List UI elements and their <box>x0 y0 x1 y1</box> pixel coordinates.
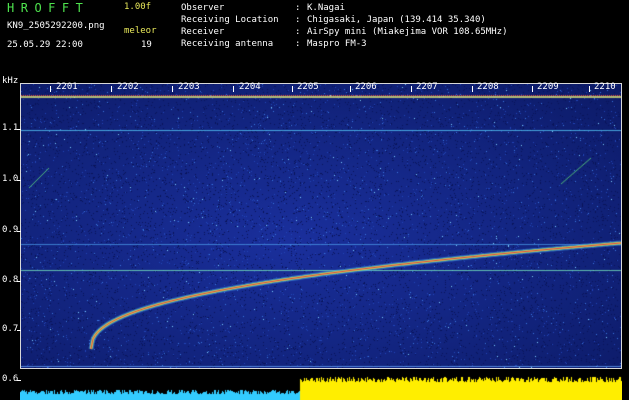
x-tick-mark <box>50 86 51 92</box>
observer-label: Observer <box>181 3 225 13</box>
receiver-value: AirSpy mini (Miakejima VOR 108.65MHz) <box>307 27 508 37</box>
x-tick-label: 2207 <box>416 82 438 92</box>
observer-row: Observer: K.Nagai <box>181 4 345 13</box>
timestamp: 25.05.29 22:00 <box>7 40 83 50</box>
spectrogram-canvas <box>21 84 621 368</box>
location-value: Chigasaki, Japan (139.414 35.340) <box>307 15 486 25</box>
x-tick-label: 2203 <box>178 82 200 92</box>
antenna-row: Receiving antenna: Maspro FM-3 <box>181 40 367 49</box>
app-version: 1.00f <box>124 2 152 12</box>
x-tick-label: 2204 <box>239 82 261 92</box>
file-name: KN9_2505292200.png <box>7 21 105 31</box>
receiver-separator: : <box>295 27 301 37</box>
run-name: meleor <box>124 26 157 36</box>
x-tick-mark <box>172 86 173 92</box>
y-tick-mark <box>17 330 21 331</box>
observer-separator: : <box>295 3 301 13</box>
x-tick-label: 2209 <box>537 82 559 92</box>
x-tick-mark <box>292 86 293 92</box>
header: HROFFT 1.00f KN9_2505292200.png meleor 2… <box>0 0 629 76</box>
y-tick-label: 1.0 <box>2 174 19 184</box>
y-tick-label: 0.7 <box>2 324 19 334</box>
x-tick-mark <box>589 86 590 92</box>
antenna-separator: : <box>295 39 301 49</box>
x-tick-mark <box>532 86 533 92</box>
x-tick-label: 2206 <box>355 82 377 92</box>
run-count: 19 <box>141 40 152 50</box>
location-label: Receiving Location <box>181 15 279 25</box>
y-tick-label: 0.9 <box>2 225 19 235</box>
y-tick-mark <box>17 231 21 232</box>
app-title: HROFFT <box>7 1 90 15</box>
x-tick-mark <box>111 86 112 92</box>
y-tick-label: 0.8 <box>2 275 19 285</box>
x-tick-mark <box>350 86 351 92</box>
y-tick-mark <box>17 129 21 130</box>
x-tick-label: 2205 <box>297 82 319 92</box>
y-tick-label: 1.1 <box>2 123 19 133</box>
receiver-row: Receiver: AirSpy mini (Miakejima VOR 108.… <box>181 28 507 37</box>
y-tick-mark <box>17 180 21 181</box>
x-tick-label: 2202 <box>117 82 139 92</box>
signal-level-strip <box>20 370 622 400</box>
x-tick-mark <box>233 86 234 92</box>
y-tick-mark <box>17 281 21 282</box>
y-axis-unit: kHz <box>2 76 19 86</box>
location-separator: : <box>295 15 301 25</box>
x-tick-mark <box>411 86 412 92</box>
receiver-label: Receiver <box>181 27 225 37</box>
x-tick-mark <box>472 86 473 92</box>
location-row: Receiving Location: Chigasaki, Japan (139… <box>181 16 486 25</box>
x-tick-label: 2210 <box>594 82 616 92</box>
y-tick-label: 0.6 <box>2 374 19 384</box>
observer-value: K.Nagai <box>307 3 345 13</box>
antenna-value: Maspro FM-3 <box>307 39 367 49</box>
x-tick-label: 2201 <box>56 82 78 92</box>
x-tick-label: 2208 <box>477 82 499 92</box>
antenna-label: Receiving antenna <box>181 39 274 49</box>
